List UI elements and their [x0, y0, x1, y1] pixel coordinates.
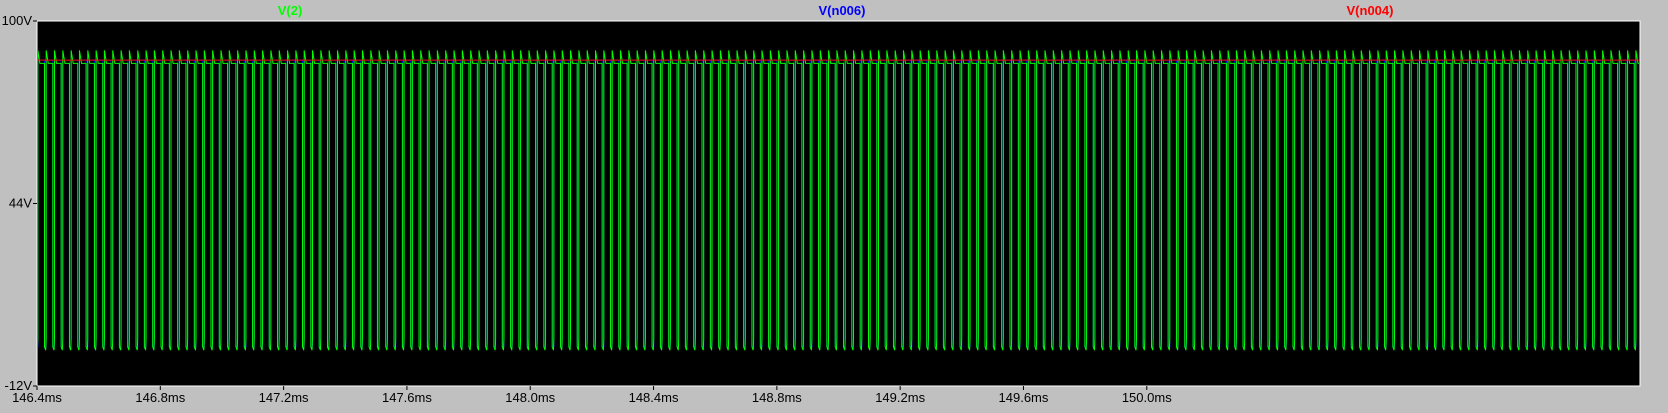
x-tick-label: 146.4ms	[12, 390, 62, 405]
legend-vn006[interactable]: V(n006)	[819, 3, 866, 18]
x-tick-label: 146.8ms	[135, 390, 185, 405]
x-tick-label: 149.6ms	[999, 390, 1049, 405]
x-tick-label: 148.0ms	[505, 390, 555, 405]
x-axis: 146.4ms 146.8ms 147.2ms 147.6ms 148.0ms 148.4…	[12, 386, 1172, 405]
y-tick-label: 44V	[9, 196, 32, 211]
x-tick-label: 148.8ms	[752, 390, 802, 405]
waveform-plot[interactable]: 100V44V-12V 146.4ms 146.8ms 147.2ms 147.6ms…	[0, 0, 1668, 413]
legend-v2[interactable]: V(2)	[278, 3, 303, 18]
waveform-viewer-window: 100V 44V -12V 146.4ms 146.8ms 147.2ms 147.6ms…	[0, 0, 1668, 413]
legend-vn004[interactable]: V(n004)	[1347, 3, 1394, 18]
y-tick-label: 100V	[2, 13, 33, 28]
x-tick-label: 150.0ms	[1122, 390, 1172, 405]
x-tick-label: 147.6ms	[382, 390, 432, 405]
x-tick-label: 149.2ms	[875, 390, 925, 405]
trace-legend: V(2) V(n006) V(n004)	[278, 3, 1394, 18]
x-tick-label: 148.4ms	[629, 390, 679, 405]
y-axis: 100V44V-12V	[2, 13, 37, 393]
x-tick-label: 147.2ms	[259, 390, 309, 405]
